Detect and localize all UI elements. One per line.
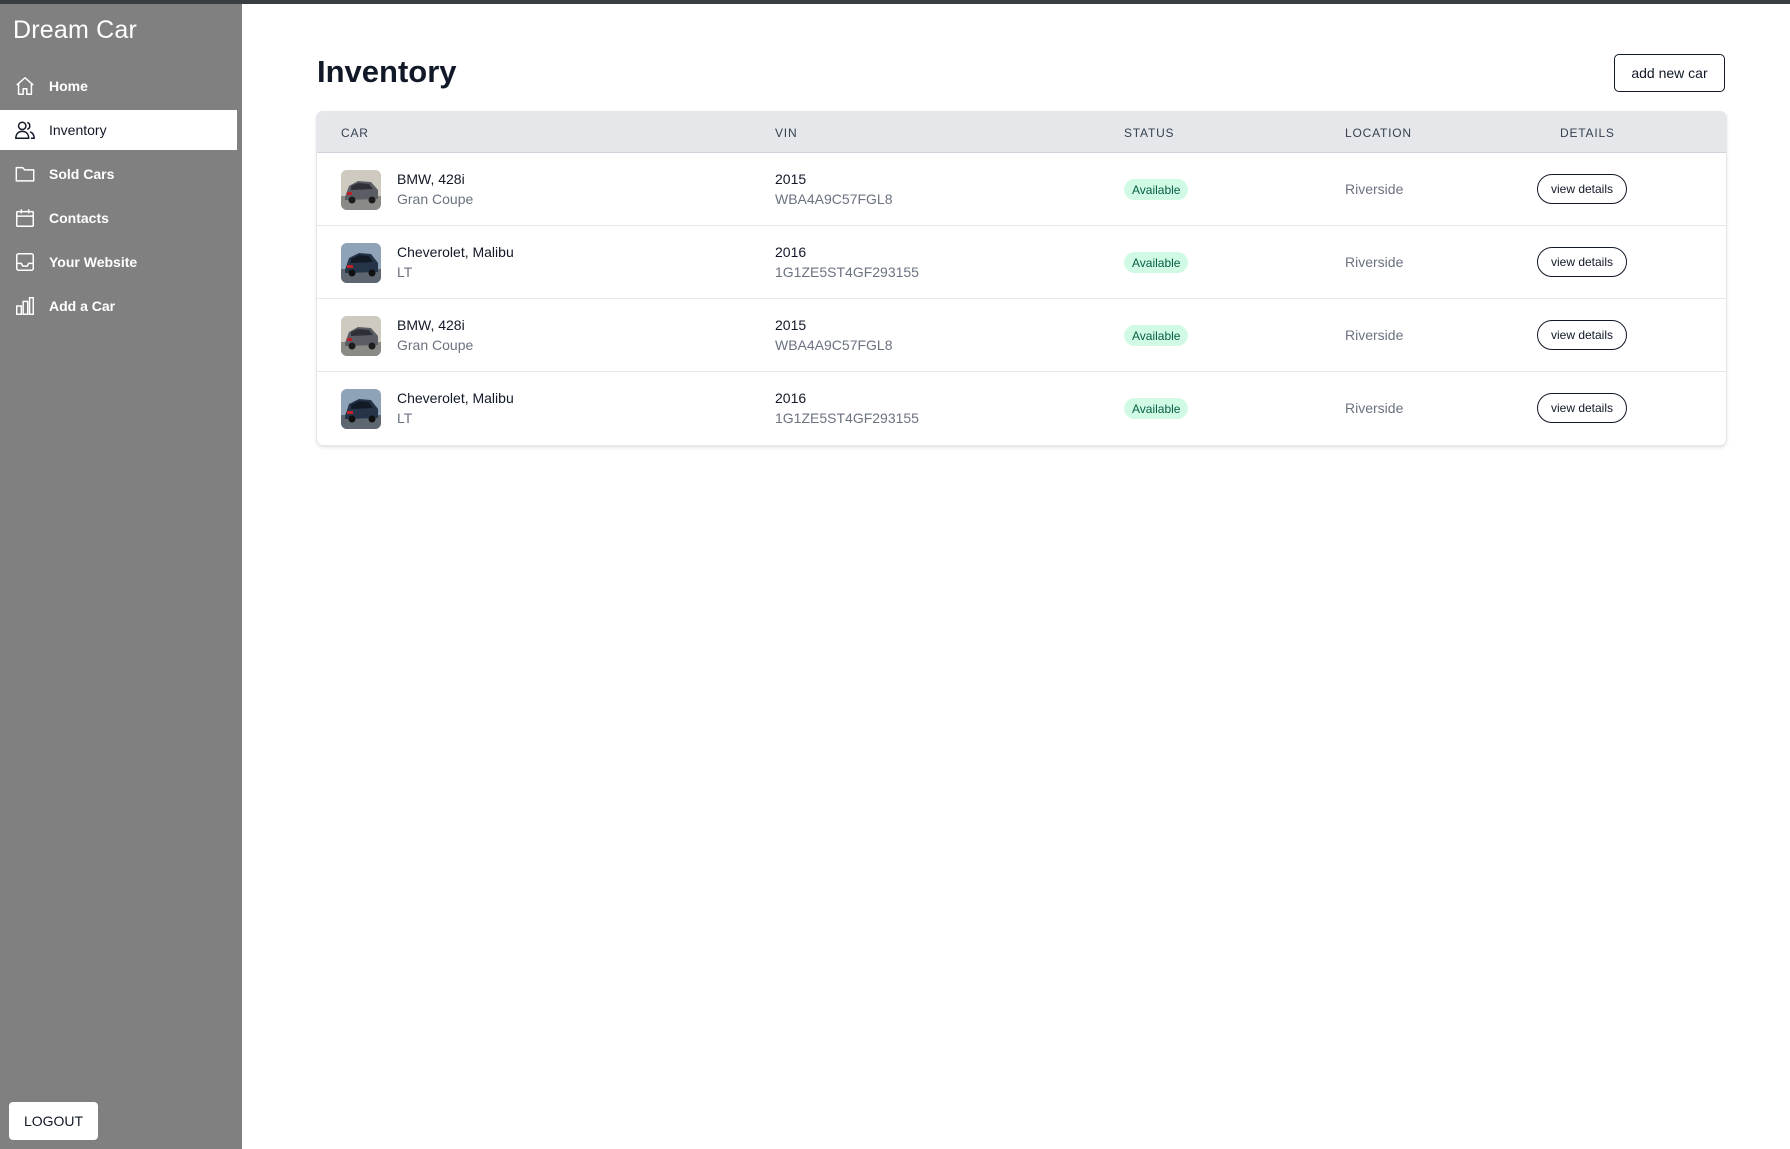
- table-row: Cheverolet, Malibu LT 2016 1G1ZE5ST4GF29…: [317, 372, 1726, 445]
- view-details-button[interactable]: view details: [1537, 320, 1627, 350]
- sidebar-item-your-website[interactable]: Your Website: [0, 242, 237, 282]
- sidebar-item-contacts[interactable]: Contacts: [0, 198, 237, 238]
- car-name: Cheverolet, Malibu: [397, 244, 514, 260]
- folder-icon: [13, 162, 37, 186]
- car-location: Riverside: [1345, 254, 1404, 270]
- sidebar-item-label: Home: [49, 78, 88, 94]
- sidebar-item-label: Your Website: [49, 254, 138, 270]
- chart-bar-icon: [13, 294, 37, 318]
- car-trim: Gran Coupe: [397, 337, 474, 353]
- car-location: Riverside: [1345, 181, 1404, 197]
- car-trim: Gran Coupe: [397, 191, 474, 207]
- sidebar-nav: Home Inventory Sold Cars Contacts Your W…: [0, 66, 242, 330]
- sidebar-item-label: Contacts: [49, 210, 109, 226]
- car-thumbnail: [341, 243, 381, 283]
- car-name: Cheverolet, Malibu: [397, 390, 514, 406]
- top-border: [0, 0, 1790, 4]
- car-year: 2015: [775, 317, 807, 333]
- status-badge: Available: [1124, 325, 1189, 346]
- status-badge: Available: [1124, 179, 1189, 200]
- add-new-car-button[interactable]: add new car: [1614, 54, 1725, 92]
- sidebar: Dream Car Home Inventory Sold Cars Conta…: [0, 4, 242, 1149]
- car-vin: WBA4A9C57FGL8: [775, 191, 893, 207]
- car-thumbnail: [341, 389, 381, 429]
- car-vin: 1G1ZE5ST4GF293155: [775, 410, 919, 426]
- car-year: 2016: [775, 244, 807, 260]
- table-row: BMW, 428i Gran Coupe 2015 WBA4A9C57FGL8 …: [317, 299, 1726, 372]
- car-year: 2015: [775, 171, 807, 187]
- home-icon: [13, 74, 37, 98]
- car-location: Riverside: [1345, 327, 1404, 343]
- status-badge: Available: [1124, 398, 1189, 419]
- header-location: LOCATION: [1345, 126, 1412, 140]
- car-vin: 1G1ZE5ST4GF293155: [775, 264, 919, 280]
- status-badge: Available: [1124, 252, 1189, 273]
- view-details-button[interactable]: view details: [1537, 393, 1627, 423]
- sidebar-item-home[interactable]: Home: [0, 66, 237, 106]
- table-header: CAR VIN STATUS LOCATION DETAILS: [317, 112, 1726, 153]
- users-icon: [13, 118, 37, 142]
- car-name: BMW, 428i: [397, 317, 465, 333]
- brand-title: Dream Car: [13, 16, 138, 44]
- inventory-table: CAR VIN STATUS LOCATION DETAILS BMW, 428…: [317, 112, 1726, 445]
- header-car: CAR: [341, 126, 369, 140]
- car-thumbnail: [341, 170, 381, 210]
- sidebar-item-label: Sold Cars: [49, 166, 115, 182]
- table-row: Cheverolet, Malibu LT 2016 1G1ZE5ST4GF29…: [317, 226, 1726, 299]
- sidebar-item-sold-cars[interactable]: Sold Cars: [0, 154, 237, 194]
- sidebar-item-label: Inventory: [49, 122, 107, 138]
- page-title: Inventory: [317, 54, 457, 89]
- car-name: BMW, 428i: [397, 171, 465, 187]
- car-vin: WBA4A9C57FGL8: [775, 337, 893, 353]
- inbox-icon: [13, 250, 37, 274]
- table-row: BMW, 428i Gran Coupe 2015 WBA4A9C57FGL8 …: [317, 153, 1726, 226]
- car-year: 2016: [775, 390, 807, 406]
- car-trim: LT: [397, 410, 413, 426]
- sidebar-item-add-a-car[interactable]: Add a Car: [0, 286, 237, 326]
- view-details-button[interactable]: view details: [1537, 247, 1627, 277]
- header-details: DETAILS: [1560, 126, 1615, 140]
- calendar-icon: [13, 206, 37, 230]
- sidebar-item-label: Add a Car: [49, 298, 116, 314]
- car-thumbnail: [341, 316, 381, 356]
- car-trim: LT: [397, 264, 413, 280]
- logout-button[interactable]: LOGOUT: [9, 1102, 98, 1140]
- header-status: STATUS: [1124, 126, 1175, 140]
- header-vin: VIN: [775, 126, 798, 140]
- car-location: Riverside: [1345, 400, 1404, 416]
- view-details-button[interactable]: view details: [1537, 174, 1627, 204]
- sidebar-item-inventory[interactable]: Inventory: [0, 110, 237, 150]
